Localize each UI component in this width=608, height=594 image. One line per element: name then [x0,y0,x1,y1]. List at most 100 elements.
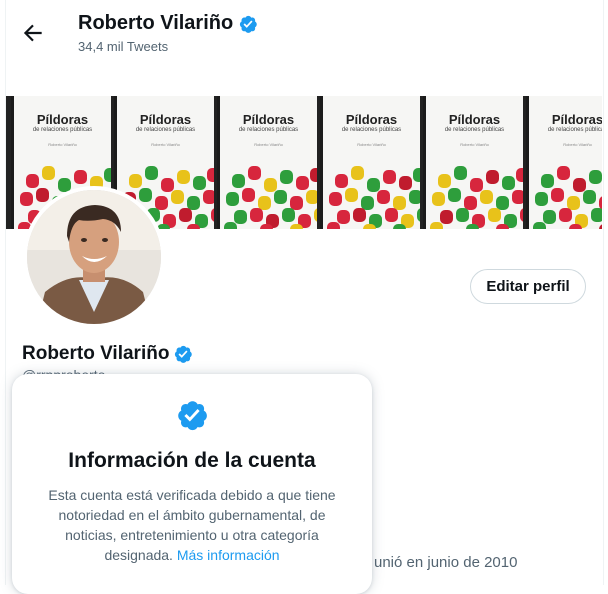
candy [145,166,158,180]
candy [351,166,364,180]
verified-badge-icon[interactable] [238,14,258,34]
candy [242,188,255,202]
candy [226,192,239,206]
candy-illustration [430,166,523,229]
avatar[interactable] [23,186,165,328]
banner-book-cover: Píldoras de relaciones públicas Roberto Vi… [217,96,317,229]
candy [282,208,295,222]
candy [20,192,33,206]
candy [591,208,602,222]
candy [496,196,509,210]
candy [456,208,469,222]
candy [502,176,515,190]
candy [543,210,556,224]
candy [314,208,317,222]
candy [264,178,277,192]
candy [179,208,192,222]
candy [353,208,366,222]
candy-illustration [533,166,602,229]
candy [383,170,396,184]
candy [250,208,263,222]
candy [516,168,523,182]
candy [42,166,55,180]
candy [557,166,570,180]
candy [139,188,152,202]
candy [26,174,39,188]
candy [520,208,523,222]
candy [454,166,467,180]
edit-profile-button[interactable]: Editar perfil [470,269,586,304]
candy [258,196,271,210]
candy [535,192,548,206]
candy [393,196,406,210]
candy [171,190,184,204]
candy [361,196,374,210]
profile-name: Roberto Vilariño [22,343,170,364]
candy [464,196,477,210]
candy [155,196,168,210]
candy [430,222,443,229]
candy [432,192,445,206]
candy [512,190,523,204]
candy [440,210,453,224]
tweet-count: 34,4 mil Tweets [78,39,169,54]
candy [567,196,580,210]
candy [177,170,190,184]
candy [480,190,493,204]
candy [488,208,501,222]
account-info-popover: Información de la cuenta Esta cuenta est… [12,374,372,594]
banner-book-cover: Píldoras de relaciones públicas Roberto Vi… [526,96,602,229]
candy [541,174,554,188]
candy [413,168,420,182]
candy [345,188,358,202]
candy [438,174,451,188]
candy [129,174,142,188]
candy [335,174,348,188]
candy [589,170,602,184]
candy [36,188,49,202]
candy [248,166,261,180]
candy [310,168,317,182]
back-arrow-icon[interactable] [20,20,46,46]
verified-badge-icon [178,401,207,431]
banner-book-cover: Píldoras de relaciones públicas Roberto Vi… [320,96,420,229]
candy [327,222,340,229]
avatar-photo [27,190,161,324]
candy [551,188,564,202]
candy [399,176,412,190]
header-title: Roberto Vilariño [78,12,234,34]
candy [187,196,200,210]
candy [274,190,287,204]
candy [367,178,380,192]
candy [599,196,602,210]
profile-name-row: Roberto Vilariño [22,343,193,365]
candy [583,190,596,204]
candy [224,222,237,229]
popover-body: Esta cuenta está verificada debido a que… [32,485,352,565]
candy [448,188,461,202]
header-name-row: Roberto Vilariño [78,12,258,35]
candy [203,190,214,204]
candy-illustration [327,166,420,229]
candy [232,174,245,188]
popover-title: Información de la cuenta [68,449,316,472]
candy [385,208,398,222]
candy [417,208,420,222]
candy [559,208,572,222]
candy [234,210,247,224]
more-info-link[interactable]: Más información [177,547,280,563]
candy [104,168,111,182]
candy [470,178,483,192]
candy [573,178,586,192]
candy [290,196,303,210]
joined-date: unió en junio de 2010 [374,554,518,571]
candy [211,208,214,222]
banner-book-cover: Píldoras de relaciones públicas Roberto Vi… [423,96,523,229]
candy [337,210,350,224]
candy [533,222,546,229]
candy [409,190,420,204]
candy [329,192,342,206]
candy [207,168,214,182]
verified-badge-icon[interactable] [173,344,193,364]
candy [296,176,309,190]
